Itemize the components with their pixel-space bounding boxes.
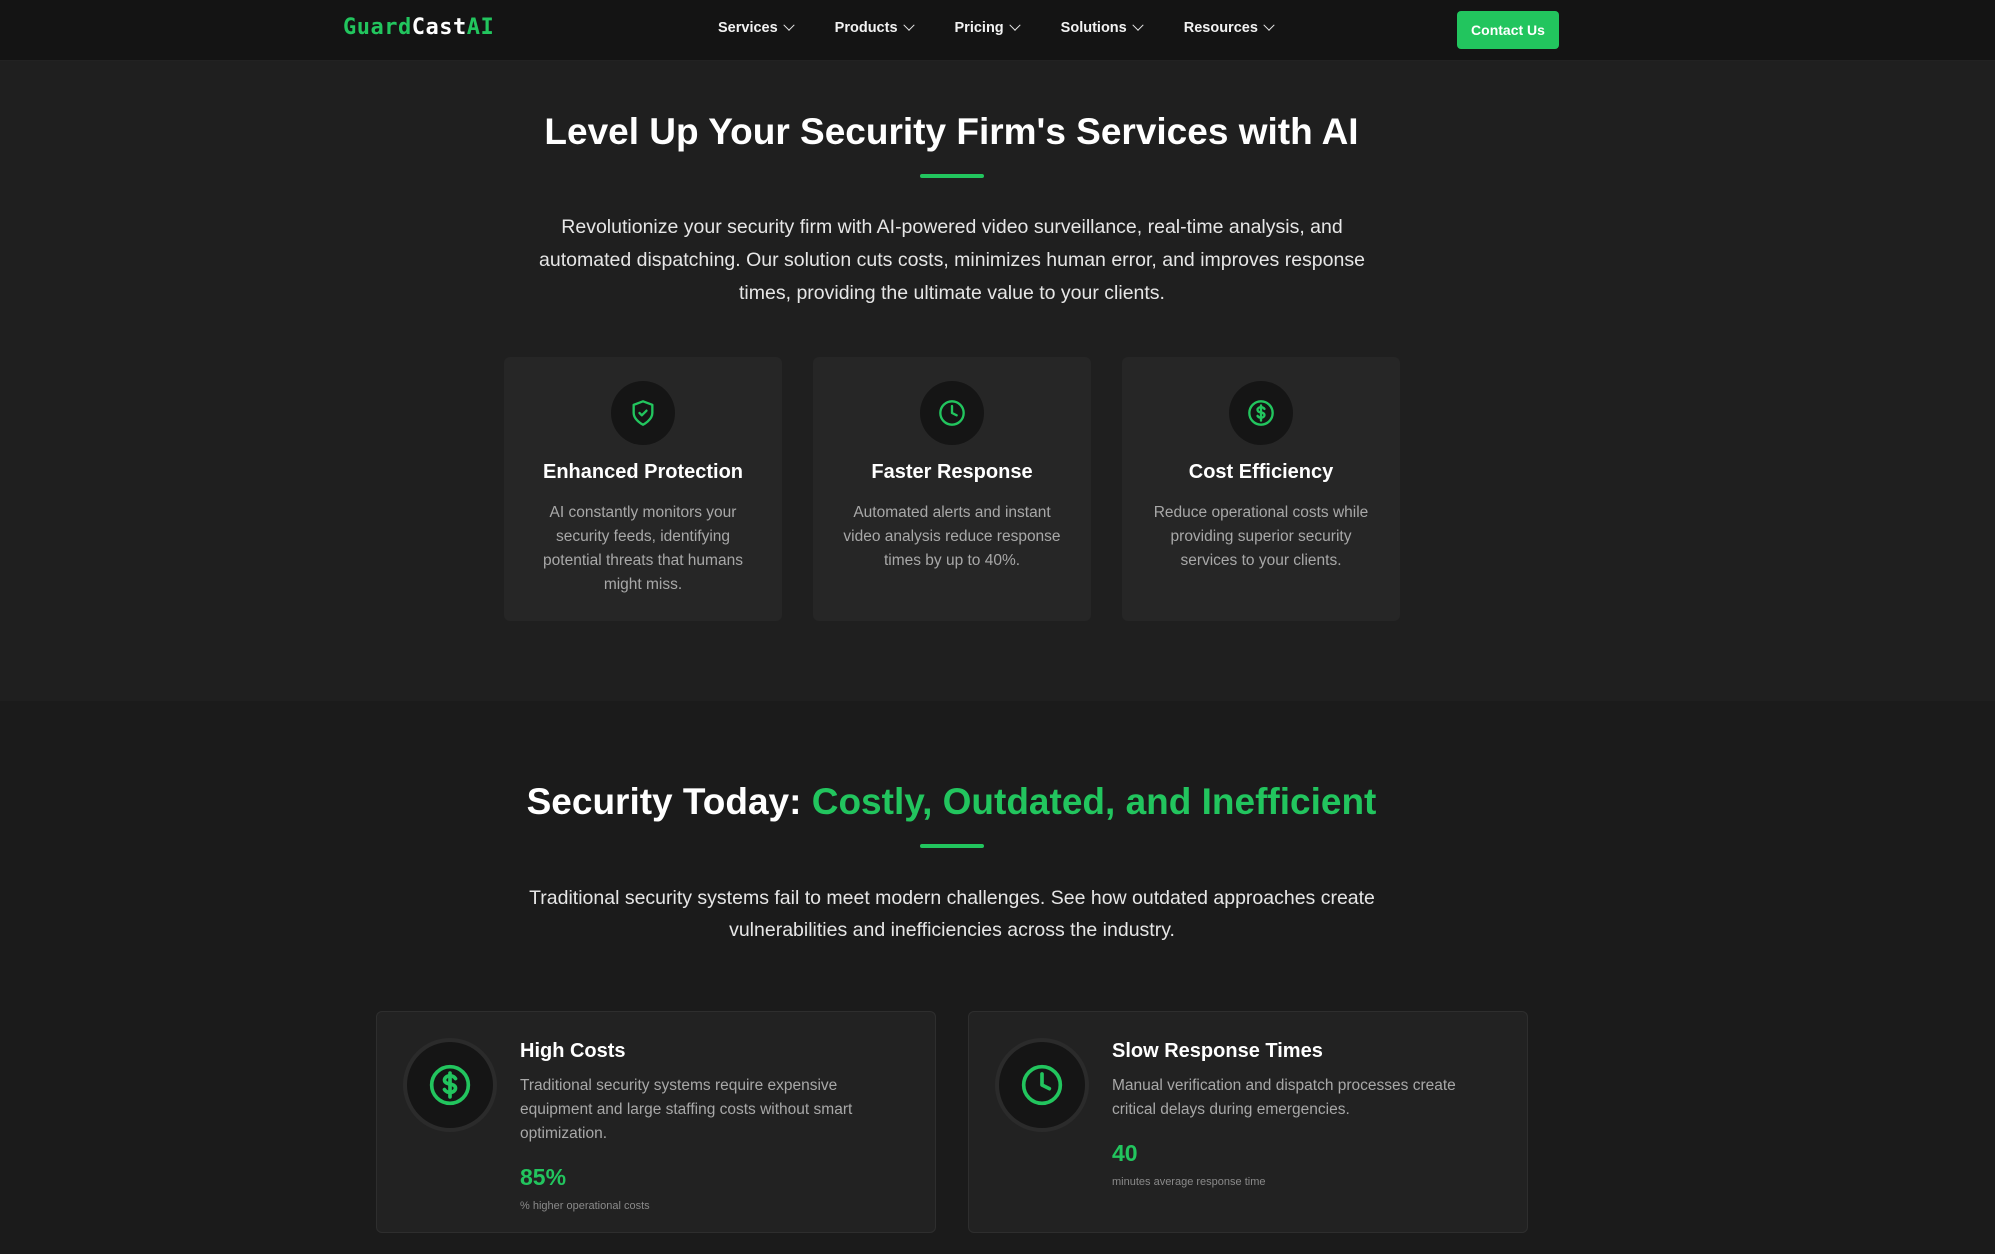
problem-description: Manual verification and dispatch process… (1112, 1077, 1456, 1118)
shield-check-icon (611, 381, 675, 445)
hero-section: Level Up Your Security Firm's Services w… (0, 61, 1995, 701)
chevron-down-icon (1009, 19, 1021, 31)
nav-menu: Services Products Pricing Solutions Reso… (718, 19, 1315, 36)
nav-item-products[interactable]: Products (834, 19, 915, 36)
problem-card-response: Slow Response Times Manual verification … (968, 1011, 1528, 1233)
problems-title-white: Security Today: (526, 781, 812, 822)
feature-card-cost: Cost Efficiency Reduce operational costs… (1122, 357, 1400, 621)
problems-title-underline (920, 844, 984, 848)
feature-title: Enhanced Protection (542, 461, 744, 483)
problem-stat-label: % higher operational costs (520, 1200, 650, 1212)
nav-item-resources[interactable]: Resources (1183, 19, 1275, 36)
top-nav: GuardCastAI Services Products Pricing So… (0, 0, 1995, 61)
problems-title-green: Costly, Outdated, and Inefficient (811, 781, 1377, 822)
nav-label: Resources (1183, 20, 1258, 36)
logo-guard: Guard (343, 15, 412, 40)
feature-description: Reduce operational costs while providing… (1153, 504, 1369, 569)
nav-item-solutions[interactable]: Solutions (1060, 19, 1144, 36)
nav-item-services[interactable]: Services (718, 19, 795, 36)
logo-cast: Cast (411, 15, 467, 40)
hero-title: Level Up Your Security Firm's Services w… (544, 111, 1359, 152)
logo-ai: AI (466, 15, 495, 40)
problems-description: Traditional security systems fail to mee… (529, 887, 1375, 941)
dollar-icon (1229, 381, 1293, 445)
title-underline (920, 174, 984, 178)
hero-description: Revolutionize your security firm with AI… (539, 216, 1365, 304)
problem-stat-label: minutes average response time (1112, 1176, 1266, 1188)
feature-description: AI constantly monitors your security fee… (543, 504, 743, 593)
nav-label: Services (718, 20, 778, 36)
nav-label: Products (834, 20, 898, 36)
feature-title: Cost Efficiency (1188, 461, 1334, 483)
clock-icon (920, 381, 984, 445)
contact-us-button[interactable]: Contact Us (1457, 11, 1559, 49)
problem-card-costs: High Costs Traditional security systems … (376, 1011, 936, 1233)
chevron-down-icon (783, 19, 795, 31)
logo[interactable]: GuardCastAI (343, 15, 494, 40)
nav-label: Solutions (1060, 20, 1127, 36)
problem-title: High Costs (520, 1040, 626, 1062)
problem-title: Slow Response Times (1112, 1040, 1323, 1062)
problem-stat: 85% (520, 1164, 567, 1190)
chevron-down-icon (1132, 19, 1144, 31)
dollar-icon (403, 1038, 497, 1132)
nav-item-pricing[interactable]: Pricing (954, 19, 1021, 36)
nav-label: Pricing (954, 20, 1004, 36)
chevron-down-icon (902, 19, 915, 31)
chevron-down-icon (1263, 19, 1275, 31)
problems-title: Security Today: Costly, Outdated, and In… (0, 781, 1903, 823)
feature-title: Faster Response (871, 461, 1033, 483)
feature-card-protection: Enhanced Protection AI constantly monito… (504, 357, 782, 621)
feature-card-response: Faster Response Automated alerts and ins… (813, 357, 1091, 621)
problem-description: Traditional security systems require exp… (520, 1077, 853, 1142)
problem-stat: 40 (1112, 1140, 1138, 1166)
clock-icon (995, 1038, 1089, 1132)
feature-description: Automated alerts and instant video analy… (843, 504, 1061, 569)
